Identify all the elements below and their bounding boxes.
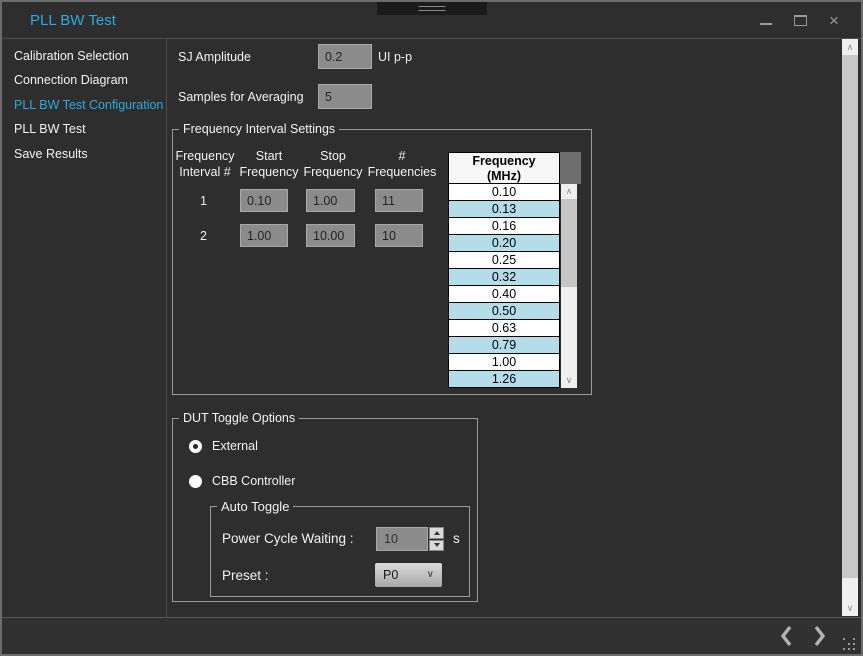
radio-external[interactable]: External xyxy=(189,439,258,453)
frequency-interval-settings-title: Frequency Interval Settings xyxy=(179,122,339,136)
frequency-row[interactable]: 0.10 xyxy=(448,184,560,201)
scroll-up-icon[interactable]: ∧ xyxy=(561,184,577,199)
frequency-row[interactable]: 0.32 xyxy=(448,269,560,286)
minimize-button[interactable] xyxy=(757,10,775,30)
sidebar-item-connection-diagram[interactable]: Connection Diagram xyxy=(14,73,128,87)
sidebar-item-pll-bw-test[interactable]: PLL BW Test xyxy=(14,122,86,136)
sidebar-divider xyxy=(166,39,167,617)
interval-1-start-input[interactable] xyxy=(240,189,288,212)
next-page-button[interactable] xyxy=(809,624,831,648)
frequency-row[interactable]: 0.16 xyxy=(448,218,560,235)
interval-1-stop-input[interactable] xyxy=(306,189,355,212)
close-icon: × xyxy=(829,12,839,29)
samples-for-averaging-input[interactable] xyxy=(318,84,372,109)
chevron-down-icon: ∨ xyxy=(427,563,434,587)
frequency-row[interactable]: 0.50 xyxy=(448,303,560,320)
sj-amplitude-input[interactable] xyxy=(318,44,372,69)
scroll-down-icon[interactable]: ∨ xyxy=(561,373,577,388)
sj-amplitude-unit: UI p-p xyxy=(378,50,412,64)
frequency-row[interactable]: 0.13 xyxy=(448,201,560,218)
sidebar-item-pll-bw-test-configuration[interactable]: PLL BW Test Configuration xyxy=(14,98,163,112)
maximize-button[interactable] xyxy=(791,10,809,30)
resize-grip[interactable] xyxy=(842,637,856,651)
frequency-row[interactable]: 0.40 xyxy=(448,286,560,303)
frequency-table-scrollbar[interactable]: ∧ ∨ xyxy=(561,184,577,388)
close-button[interactable]: × xyxy=(825,10,843,30)
frequency-row[interactable]: 1.00 xyxy=(448,354,560,371)
column-header-stop-frequency: StopFrequency xyxy=(302,148,364,180)
spinner-down-icon xyxy=(434,543,440,547)
frequency-table-scrollbar-thumb[interactable] xyxy=(561,199,577,287)
radio-cbb-controller[interactable]: CBB Controller xyxy=(189,474,295,488)
title-bar: PLL BW Test × xyxy=(2,2,861,39)
drag-handle-icon xyxy=(419,6,446,11)
maximize-icon xyxy=(794,15,807,26)
sidebar: Calibration Selection Connection Diagram… xyxy=(2,39,166,617)
resize-grip-icon xyxy=(843,638,845,640)
radio-cbb-controller-label: CBB Controller xyxy=(212,474,295,488)
frequency-row[interactable]: 0.20 xyxy=(448,235,560,252)
interval-1-count-input[interactable] xyxy=(375,189,423,212)
column-header-num-frequencies: #Frequencies xyxy=(364,148,440,180)
interval-2-count-input[interactable] xyxy=(375,224,423,247)
radio-unselected-icon xyxy=(189,475,202,488)
spinner-down-button[interactable] xyxy=(429,540,444,552)
scroll-down-icon[interactable]: ∨ xyxy=(842,600,858,616)
auto-toggle-title: Auto Toggle xyxy=(217,499,293,514)
sidebar-item-save-results[interactable]: Save Results xyxy=(14,147,88,161)
interval-2-number: 2 xyxy=(200,229,207,243)
preset-label: Preset : xyxy=(222,568,269,583)
column-header-frequency-interval: FrequencyInterval # xyxy=(174,148,236,180)
frequency-row[interactable]: 1.26 xyxy=(448,371,560,388)
previous-page-button[interactable] xyxy=(775,624,797,648)
main-scrollbar[interactable]: ∧ ∨ xyxy=(842,39,858,616)
column-header-start-frequency: StartFrequency xyxy=(238,148,300,180)
scroll-up-icon[interactable]: ∧ xyxy=(842,39,858,55)
preset-dropdown-value: P0 xyxy=(383,568,398,582)
minimize-icon xyxy=(760,23,772,25)
radio-selected-icon xyxy=(189,440,202,453)
pll-bw-test-window: PLL BW Test × Calibration Selection Conn… xyxy=(0,0,863,656)
samples-for-averaging-label: Samples for Averaging xyxy=(178,90,304,104)
frequency-row[interactable]: 0.79 xyxy=(448,337,560,354)
dut-toggle-options-title: DUT Toggle Options xyxy=(179,411,299,425)
spinner-up-button[interactable] xyxy=(429,527,444,539)
preset-dropdown[interactable]: P0 ∨ xyxy=(374,562,443,588)
window-title: PLL BW Test xyxy=(30,12,116,29)
frequency-row[interactable]: 0.63 xyxy=(448,320,560,337)
power-cycle-waiting-label: Power Cycle Waiting : xyxy=(222,531,354,546)
frequency-table-header: Frequency(MHz) xyxy=(448,152,560,184)
spinner-up-icon xyxy=(434,531,440,535)
radio-external-label: External xyxy=(212,439,258,453)
interval-2-start-input[interactable] xyxy=(240,224,288,247)
frequency-table-scrollbar-corner xyxy=(560,152,581,184)
drag-handle[interactable] xyxy=(377,2,487,15)
sidebar-item-calibration-selection[interactable]: Calibration Selection xyxy=(14,49,129,63)
footer-bar xyxy=(2,617,861,654)
power-cycle-waiting-unit: s xyxy=(453,531,460,546)
sj-amplitude-label: SJ Amplitude xyxy=(178,50,251,64)
power-cycle-waiting-input[interactable]: 10 xyxy=(376,527,428,551)
frequency-row[interactable]: 0.25 xyxy=(448,252,560,269)
interval-1-number: 1 xyxy=(200,194,207,208)
main-scrollbar-thumb[interactable] xyxy=(842,55,858,578)
interval-2-stop-input[interactable] xyxy=(306,224,355,247)
